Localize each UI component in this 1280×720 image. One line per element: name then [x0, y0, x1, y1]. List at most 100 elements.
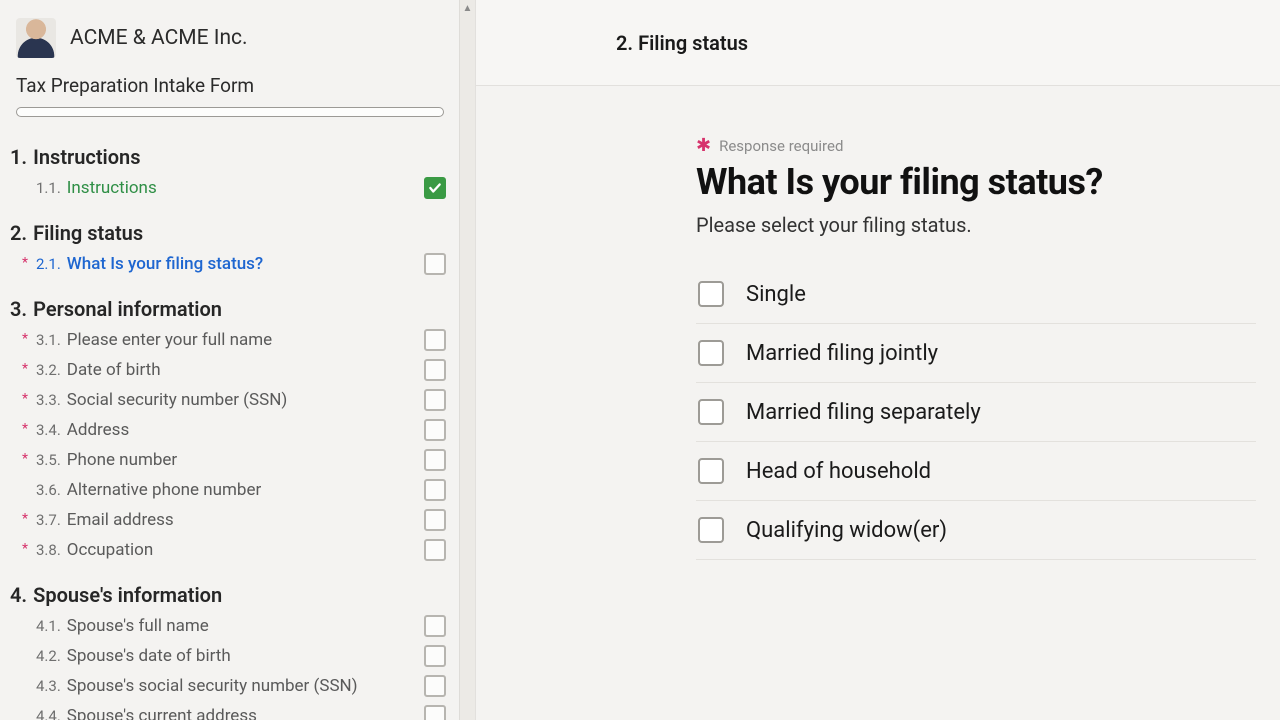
option-checkbox[interactable]	[698, 399, 724, 425]
avatar	[16, 18, 56, 58]
nav-item-number: 3.6.	[36, 481, 61, 499]
status-incomplete-box	[424, 389, 446, 411]
sidebar-header: ACME & ACME Inc.	[0, 0, 460, 64]
main-body: ✱ Response required What Is your filing …	[476, 86, 1280, 720]
nav-item-left: *4.1.Spouse's full name	[20, 616, 418, 636]
section-title: Instructions	[33, 145, 140, 169]
required-star-icon: *	[20, 451, 30, 467]
option-checkbox[interactable]	[698, 340, 724, 366]
nav-item[interactable]: * 3.1. Please enter your full name	[10, 325, 452, 355]
nav-item-number: 4.1.	[36, 617, 61, 635]
nav-item-left: * 3.2. Date of birth	[20, 360, 418, 380]
section-title: Spouse's information	[33, 583, 222, 607]
option-label: Married filing jointly	[746, 341, 938, 366]
nav-item-label: Spouse's full name	[67, 616, 209, 636]
nav-item-label: Alternative phone number	[67, 480, 261, 500]
nav-item-number: 3.5.	[36, 451, 61, 469]
status-incomplete-box	[424, 509, 446, 531]
nav-item-label: Instructions	[67, 178, 157, 198]
progress-bar	[16, 107, 444, 117]
sidebar: ACME & ACME Inc. Tax Preparation Intake …	[0, 0, 460, 720]
nav-item-left: *3.6.Alternative phone number	[20, 480, 418, 500]
main-panel: 2. Filing status ✱ Response required Wha…	[476, 0, 1280, 720]
status-incomplete-box	[424, 479, 446, 501]
option-checkbox[interactable]	[698, 281, 724, 307]
option-label: Single	[746, 282, 806, 307]
nav-item-left: * 3.5. Phone number	[20, 450, 418, 470]
nav-item[interactable]: *4.3.Spouse's social security number (SS…	[10, 671, 452, 701]
required-badge: ✱ Response required	[696, 137, 843, 155]
nav-item-left: * 2.1. What Is your filing status?	[20, 254, 418, 274]
options-list: Single Married filing jointly Married fili…	[696, 265, 1256, 560]
nav-section: 3.Personal information * 3.1. Please enter …	[10, 291, 452, 565]
nav-item-number: 4.3.	[36, 677, 61, 695]
section-number: 2.	[10, 221, 27, 245]
nav-item[interactable]: *4.4.Spouse's current address	[10, 701, 452, 720]
scroll-up-icon[interactable]: ▲	[460, 0, 475, 16]
nav-section-heading[interactable]: 4.Spouse's information	[10, 577, 452, 611]
option-row[interactable]: Married filing separately	[696, 383, 1256, 442]
question-subtitle: Please select your filing status.	[696, 213, 1280, 237]
nav-item-label: Phone number	[67, 450, 177, 470]
scrollbar-track[interactable]: ▲	[459, 0, 475, 720]
nav-item-number: 1.1.	[36, 179, 61, 197]
nav-section-heading[interactable]: 2.Filing status	[10, 215, 452, 249]
nav-item[interactable]: *3.7.Email address	[10, 505, 452, 535]
nav-item[interactable]: *3.4.Address	[10, 415, 452, 445]
section-number: 4.	[10, 583, 27, 607]
nav-item-label: What Is your filing status?	[67, 254, 263, 274]
required-star-icon: *	[20, 541, 30, 557]
nav-item-left: *3.4.Address	[20, 420, 418, 440]
nav-item-label: Date of birth	[67, 360, 161, 380]
required-star-icon: *	[20, 361, 30, 377]
section-title: Personal information	[33, 297, 222, 321]
nav-section-heading[interactable]: 3.Personal information	[10, 291, 452, 325]
nav-item-label: Occupation	[67, 540, 153, 560]
status-incomplete-box	[424, 705, 446, 720]
required-star-icon: *	[20, 331, 30, 347]
nav-item-left: *3.3.Social security number (SSN)	[20, 390, 418, 410]
option-checkbox[interactable]	[698, 517, 724, 543]
nav-section-heading[interactable]: 1.Instructions	[10, 139, 452, 173]
option-checkbox[interactable]	[698, 458, 724, 484]
nav-item-number: 3.8.	[36, 541, 61, 559]
status-incomplete-box	[424, 329, 446, 351]
option-row[interactable]: Head of household	[696, 442, 1256, 501]
nav-item[interactable]: *1.1.Instructions	[10, 173, 452, 203]
nav-item-number: 4.2.	[36, 647, 61, 665]
nav-item-label: Spouse's current address	[67, 706, 257, 720]
nav-item-left: *3.7.Email address	[20, 510, 418, 530]
nav-item-label: Spouse's social security number (SSN)	[67, 676, 358, 696]
org-name: ACME & ACME Inc.	[70, 26, 248, 50]
nav-item[interactable]: * 3.5. Phone number	[10, 445, 452, 475]
required-star-icon: *	[20, 255, 30, 271]
required-star-icon: *	[20, 391, 30, 407]
nav-item-left: *4.4.Spouse's current address	[20, 706, 418, 720]
nav-item-label: Email address	[67, 510, 174, 530]
nav-item[interactable]: * 3.2. Date of birth	[10, 355, 452, 385]
nav-item[interactable]: *3.3.Social security number (SSN)	[10, 385, 452, 415]
nav-item-number: 4.4.	[36, 707, 61, 720]
nav-item[interactable]: *3.6.Alternative phone number	[10, 475, 452, 505]
nav-item[interactable]: * 2.1. What Is your filing status?	[10, 249, 452, 279]
nav-item-number: 2.1.	[36, 255, 61, 273]
status-incomplete-box	[424, 449, 446, 471]
question-title: What Is your filing status?	[696, 161, 1280, 203]
nav-item-label: Spouse's date of birth	[67, 646, 231, 666]
breadcrumb: 2. Filing status	[616, 31, 748, 55]
nav-item[interactable]: *4.1.Spouse's full name	[10, 611, 452, 641]
nav-item-left: * 3.1. Please enter your full name	[20, 330, 418, 350]
status-incomplete-box	[424, 675, 446, 697]
option-label: Head of household	[746, 459, 931, 484]
nav-item[interactable]: *4.2.Spouse's date of birth	[10, 641, 452, 671]
nav-item-label: Please enter your full name	[67, 330, 272, 350]
option-row[interactable]: Single	[696, 265, 1256, 324]
nav-item-number: 3.2.	[36, 361, 61, 379]
nav-item[interactable]: * 3.8. Occupation	[10, 535, 452, 565]
option-row[interactable]: Married filing jointly	[696, 324, 1256, 383]
nav-item-left: * 3.8. Occupation	[20, 540, 418, 560]
sidebar-container: ACME & ACME Inc. Tax Preparation Intake …	[0, 0, 476, 720]
nav-item-left: *1.1.Instructions	[20, 178, 418, 198]
option-row[interactable]: Qualifying widow(er)	[696, 501, 1256, 560]
nav-item-number: 3.1.	[36, 331, 61, 349]
